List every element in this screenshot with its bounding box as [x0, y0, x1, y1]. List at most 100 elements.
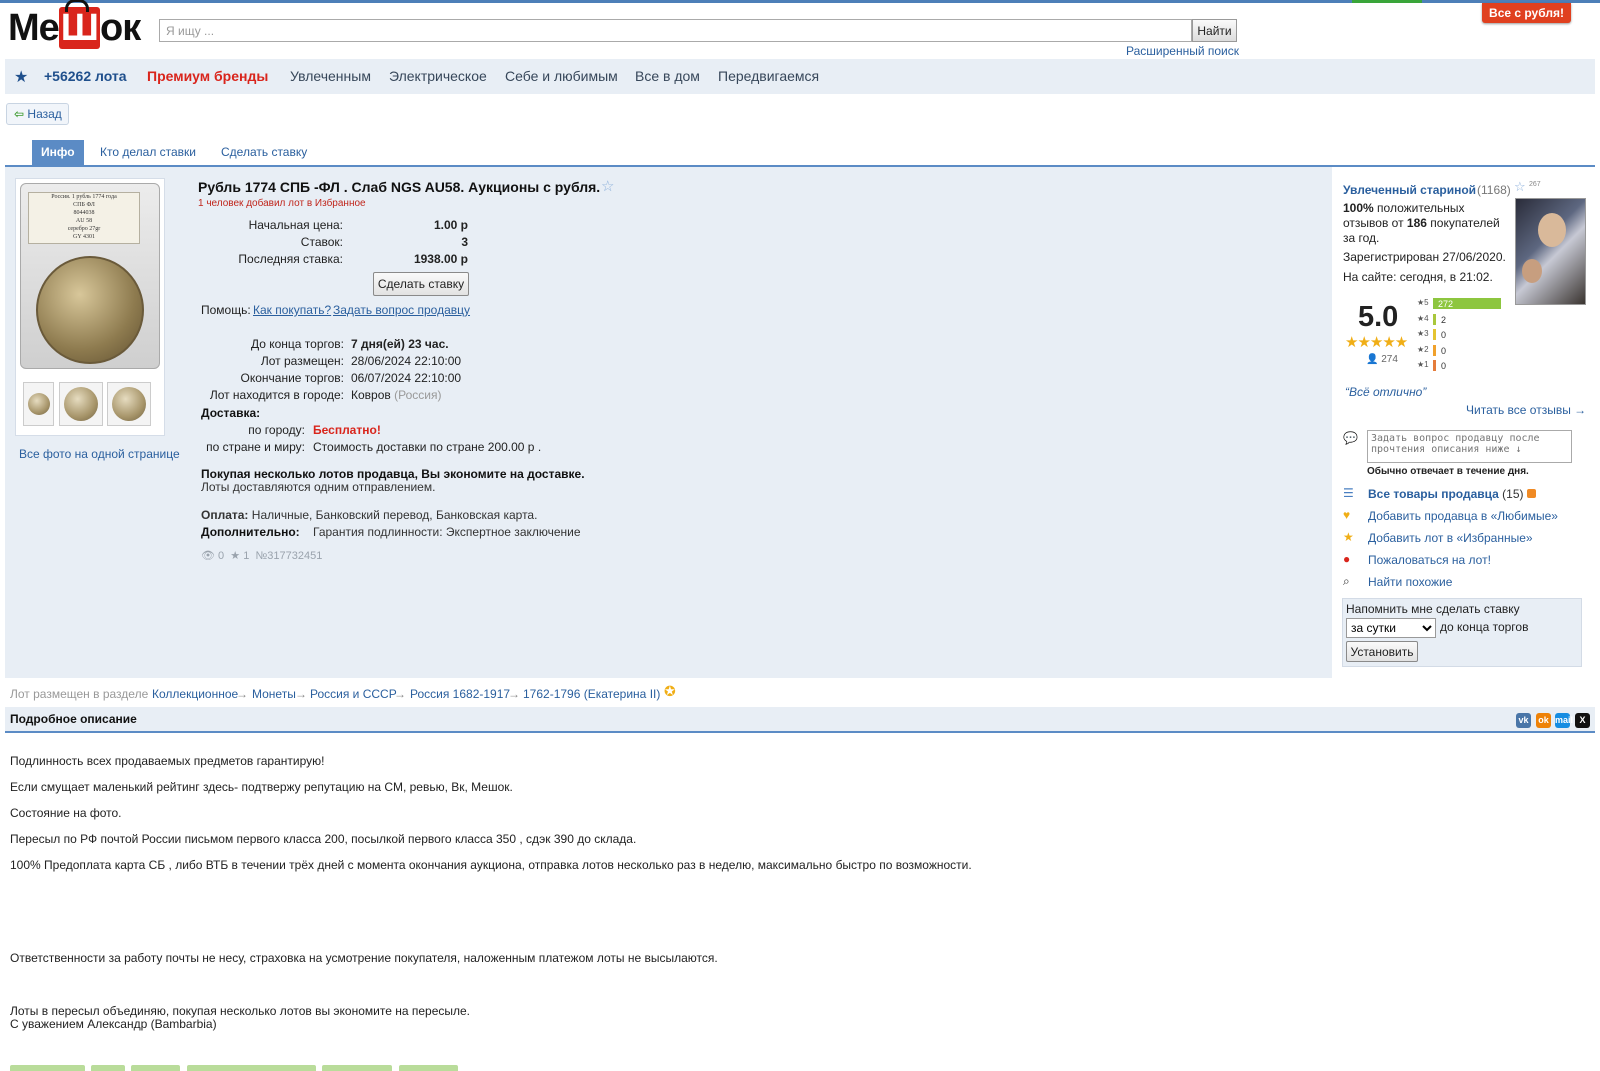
back-arrow-icon: ⇦ — [14, 107, 25, 121]
rating-row-stars: ★2 — [1417, 344, 1429, 354]
rating-row-bar — [1433, 313, 1436, 325]
rating-row-stars: ★3 — [1417, 329, 1429, 338]
nav-enthusiasts[interactable]: Увлеченным — [290, 68, 371, 84]
how-to-buy-link[interactable]: Как покупать? — [253, 303, 331, 317]
all-seller-items-link[interactable]: Все товары продавца (15) — [1368, 487, 1536, 501]
nav-moving[interactable]: Передвигаемся — [718, 68, 819, 84]
reminder-select[interactable]: за сутки — [1346, 618, 1436, 638]
share-x-icon[interactable]: X — [1575, 713, 1590, 728]
nav-self-and-loved[interactable]: Себе и любимым — [505, 68, 618, 84]
bids-value: 3 — [461, 235, 468, 249]
tag-button[interactable] — [91, 1065, 125, 1071]
set-reminder-button[interactable]: Установить — [1346, 641, 1418, 662]
share-vk-icon[interactable]: vk — [1516, 713, 1531, 728]
tag-button[interactable] — [10, 1065, 85, 1071]
city-delivery-value: Бесплатно! — [313, 423, 381, 437]
breadcrumb-coins[interactable]: Монеты — [252, 687, 296, 701]
list-icon: ☰ — [1343, 486, 1354, 500]
tab-bidders[interactable]: Кто делал ставки — [100, 140, 196, 165]
savings-note: Лоты доставляются одним отправлением. — [201, 480, 436, 494]
seller-follow-star-icon[interactable]: ☆ — [1514, 179, 1526, 195]
seller-rating: 5.0 — [1358, 301, 1399, 333]
rating-stars-icon: ★★★★★ — [1345, 334, 1408, 351]
last-bid-label: Последняя ставка: — [238, 252, 343, 266]
extra-label: Дополнительно: — [201, 525, 300, 539]
rating-row-stars: ★5 — [1417, 298, 1429, 307]
tag-button[interactable] — [131, 1065, 180, 1071]
rating-row-stars: ★1 — [1417, 360, 1429, 369]
seller-feedback-summary: 100% положительных отзывов от 186 покупа… — [1343, 201, 1500, 245]
start-price-value: 1.00 р — [433, 218, 468, 232]
favorite-star-icon[interactable]: ☆ — [601, 177, 614, 195]
description-line: Подлинность всех продаваемых предметов г… — [10, 754, 325, 768]
description-line: Пересыл по РФ почтой России письмом перв… — [10, 832, 637, 846]
answer-time-note: Обычно отвечает в течение дня. — [1367, 466, 1529, 477]
star-icon[interactable]: ★ — [14, 67, 28, 87]
breadcrumb-catherine-ii[interactable]: 1762-1796 (Екатерина II) — [523, 687, 660, 701]
seller-star-count: 267 — [1529, 181, 1541, 188]
all-photos-link[interactable]: Все фото на одной странице — [19, 447, 180, 461]
breadcrumb-sep: → — [394, 687, 406, 701]
rating-row-stars: ★4 — [1417, 313, 1429, 323]
time-left-label: До конца торгов: — [250, 337, 344, 351]
placed-value: 28/06/2024 22:10:00 — [351, 354, 462, 368]
description-line: 100% Предоплата карта СБ , либо ВТБ в те… — [10, 858, 972, 872]
read-all-reviews-link[interactable]: Читать все отзывы → — [1466, 403, 1586, 417]
tab-info[interactable]: Инфо — [32, 140, 84, 165]
add-favorite-seller-link[interactable]: Добавить продавца в «Любимые» — [1368, 509, 1558, 523]
start-price-label: Начальная цена: — [248, 218, 343, 232]
tag-button[interactable] — [187, 1065, 316, 1071]
reminder-suffix: до конца торгов — [1440, 620, 1529, 634]
delivery-title: Доставка: — [201, 406, 261, 420]
breadcrumb-collectibles[interactable]: Коллекционное — [152, 687, 238, 701]
breadcrumb-sep: → — [236, 687, 248, 701]
find-similar-link[interactable]: Найти похожие — [1368, 575, 1452, 589]
tab-place-bid[interactable]: Сделать ставку — [221, 140, 307, 165]
savings-note-bold: Покупая несколько лотов продавца, Вы эко… — [201, 467, 585, 481]
tag-button[interactable] — [322, 1065, 392, 1071]
end-date-label: Окончание торгов: — [240, 371, 345, 385]
seller-avatar[interactable] — [1515, 198, 1586, 305]
seller-name-link[interactable]: Увлеченный стариной — [1343, 183, 1476, 197]
rating-row-count: 0 — [1441, 361, 1447, 371]
star-icon-fav-lot: ★ — [1343, 530, 1354, 544]
breadcrumb-sep: → — [508, 687, 520, 701]
person-icon: 👤 — [1366, 354, 1379, 365]
category-favorite-star-icon[interactable]: ✪ — [664, 683, 676, 700]
thumbnail-1[interactable] — [23, 382, 54, 426]
payment-row: Оплата: Наличные, Банковский перевод, Ба… — [201, 508, 538, 522]
thumbnail-3[interactable] — [107, 382, 151, 426]
ask-seller-link[interactable]: Задать вопрос продавцу — [333, 303, 470, 317]
search-input[interactable] — [159, 19, 1192, 42]
end-date-value: 06/07/2024 22:10:00 — [351, 371, 462, 385]
complain-link[interactable]: Пожаловаться на лот! — [1368, 553, 1491, 567]
site-logo[interactable]: МеШок — [8, 7, 150, 49]
advanced-search-link[interactable]: Расширенный поиск — [1126, 44, 1239, 58]
rating-row-count: 0 — [1441, 330, 1447, 340]
add-favorite-lot-link[interactable]: Добавить лот в «Избранные» — [1368, 531, 1533, 545]
latest-review-quote: “Всё отлично” — [1345, 385, 1427, 399]
rating-row-count: 272 — [1438, 299, 1454, 309]
favorites-note: 1 человек добавил лот в Избранное — [198, 198, 366, 209]
rating-row-count: 0 — [1441, 345, 1447, 356]
tag-button[interactable] — [399, 1065, 458, 1071]
back-button[interactable]: ⇦ Назад — [6, 103, 69, 125]
breadcrumb-russia-ussr[interactable]: Россия и СССР — [310, 687, 397, 701]
seller-registered: Зарегистрирован 27/06/2020. — [1343, 250, 1506, 264]
breadcrumb-russia-1682-1917[interactable]: Россия 1682-1917 — [410, 687, 510, 701]
search-button[interactable]: Найти — [1192, 19, 1237, 42]
placed-label: Лот размещен: — [260, 354, 344, 368]
nav-lots-count[interactable]: +56262 лота — [44, 68, 127, 84]
share-ok-icon[interactable]: ok — [1536, 713, 1551, 728]
thumbnail-2[interactable] — [59, 382, 103, 426]
nav-premium-brands[interactable]: Премиум бренды — [147, 68, 268, 84]
help-label: Помощь: — [201, 303, 251, 317]
ask-seller-textarea[interactable] — [1367, 430, 1572, 463]
place-bid-button[interactable]: Сделать ставку — [373, 272, 469, 296]
alert-icon: ● — [1343, 552, 1351, 566]
promo-button[interactable]: Все с рубля! — [1482, 3, 1571, 23]
nav-electric[interactable]: Электрическое — [389, 68, 487, 84]
share-mail-icon[interactable]: mail — [1555, 713, 1573, 728]
lot-title: Рубль 1774 СПБ -ФЛ . Слаб NGS AU58. Аукц… — [198, 179, 601, 195]
nav-home[interactable]: Все в дом — [635, 68, 700, 84]
